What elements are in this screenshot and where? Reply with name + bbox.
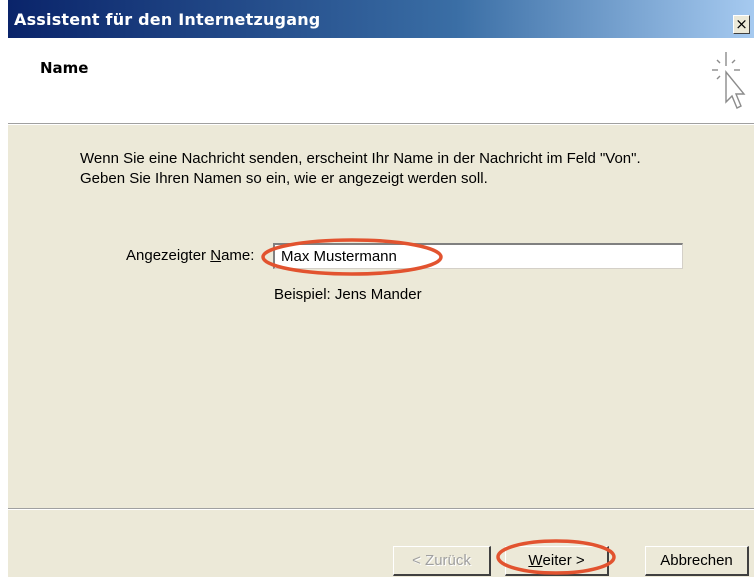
description-text: Wenn Sie eine Nachricht senden, erschein… bbox=[80, 149, 730, 189]
close-icon: × bbox=[735, 15, 748, 33]
wizard-window: Assistent für den Internetzugang × Name … bbox=[8, 0, 754, 577]
next-button-label: eiter > bbox=[542, 552, 585, 569]
display-name-label-prefix: Angezeigter bbox=[126, 247, 211, 264]
display-name-label: Angezeigter Name: bbox=[126, 247, 254, 264]
close-button[interactable]: × bbox=[733, 15, 750, 34]
example-hint: Beispiel: Jens Mander bbox=[274, 286, 422, 303]
display-name-label-suffix: ame: bbox=[221, 247, 255, 264]
cancel-button[interactable]: Abbrechen bbox=[645, 546, 749, 576]
display-name-input[interactable] bbox=[273, 243, 683, 269]
next-button[interactable]: Weiter > bbox=[505, 546, 609, 576]
description-line-1: Wenn Sie eine Nachricht senden, erschein… bbox=[80, 150, 641, 167]
window-title: Assistent für den Internetzugang bbox=[14, 10, 321, 29]
next-button-accel: W bbox=[528, 552, 543, 569]
button-separator bbox=[8, 508, 754, 510]
display-name-label-accel: N bbox=[210, 247, 222, 264]
page-title: Name bbox=[40, 59, 89, 77]
back-button[interactable]: < Zurück bbox=[393, 546, 491, 576]
wizard-cursor-sparkle-icon bbox=[712, 52, 746, 109]
title-bar[interactable]: Assistent für den Internetzugang × bbox=[8, 0, 754, 38]
description-line-2: Geben Sie Ihren Namen so ein, wie er ang… bbox=[80, 170, 488, 187]
wizard-header: Name bbox=[8, 38, 754, 124]
